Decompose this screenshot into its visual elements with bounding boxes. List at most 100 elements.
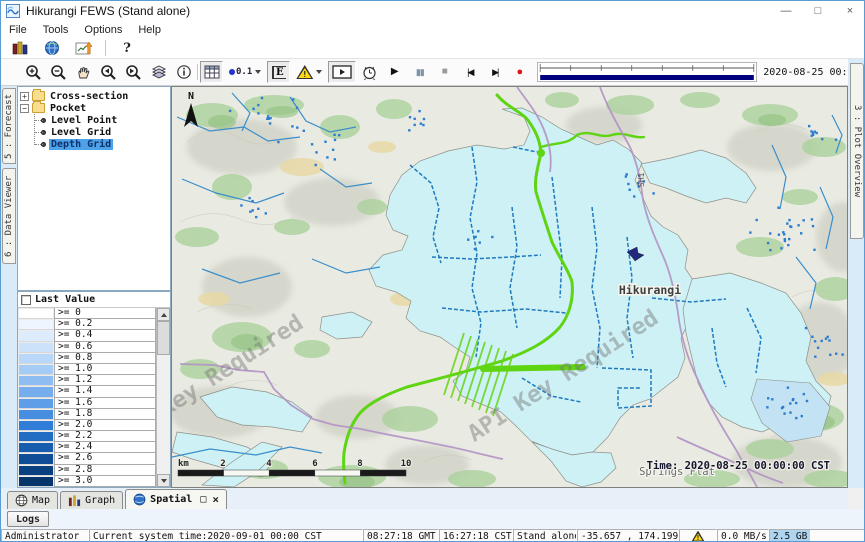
menu-file[interactable]: File <box>1 24 35 36</box>
tab-restore-icon[interactable]: □ <box>200 495 206 505</box>
tree-row-depth-grid[interactable]: Depth Grid <box>25 138 168 150</box>
legend-row[interactable]: >= 1.6 <box>18 398 156 409</box>
zoom-next-icon[interactable] <box>122 61 145 83</box>
play-button[interactable]: ▶ <box>383 61 406 83</box>
tab-map[interactable]: Map <box>7 491 58 509</box>
record-button[interactable]: ● <box>508 61 531 83</box>
scroll-thumb[interactable] <box>157 321 170 355</box>
thresholds-warning-button[interactable]: ! <box>292 61 326 83</box>
help-icon[interactable]: ? <box>116 39 138 57</box>
menu-help[interactable]: Help <box>130 24 169 36</box>
logs-row: Logs <box>1 509 865 529</box>
data-explorer-icon[interactable] <box>9 39 31 57</box>
scroll-down-icon[interactable] <box>157 474 170 487</box>
legend-color-swatch <box>18 465 54 476</box>
stop-button[interactable]: ■ <box>433 61 456 83</box>
animation-movie-icon[interactable] <box>328 61 356 83</box>
zoom-in-icon[interactable] <box>22 61 45 83</box>
tree-row-cross-section[interactable]: + Cross-section <box>20 90 168 102</box>
scalebar-toggle-icon[interactable]: E <box>267 61 290 83</box>
status-memory: 2.5 GB <box>769 529 865 542</box>
last-value-checkbox[interactable] <box>21 295 31 305</box>
status-local-time: 16:27:18 CST <box>439 529 513 542</box>
chevron-down-icon <box>255 70 261 74</box>
pan-hand-icon[interactable] <box>72 61 95 83</box>
right-tab-strip: 3 : Plot Overview <box>848 59 865 488</box>
toolbar-separator <box>105 40 106 56</box>
tab-graph[interactable]: Graph <box>60 491 123 509</box>
tree-row-pocket[interactable]: − Pocket <box>20 102 168 114</box>
time-slider-track <box>538 63 756 81</box>
legend-color-swatch <box>18 308 54 319</box>
menu-tools[interactable]: Tools <box>35 24 77 36</box>
bar-chart-icon <box>68 494 81 507</box>
legend-color-swatch <box>18 453 54 464</box>
tab-plot-overview[interactable]: 3 : Plot Overview <box>850 63 864 239</box>
legend-row[interactable]: >= 1.4 <box>18 386 156 397</box>
legend-color-swatch <box>18 398 54 409</box>
legend-color-swatch <box>18 409 54 420</box>
minimize-button[interactable]: — <box>770 1 802 21</box>
tab-spatial[interactable]: Spatial □ × <box>125 489 227 509</box>
classbreaks-interval-button[interactable]: 0.1 <box>225 61 265 83</box>
scale-tick: 2 <box>220 459 225 469</box>
legend-row[interactable]: >= 2.6 <box>18 453 156 464</box>
interval-dot-icon <box>229 69 235 75</box>
legend-color-swatch <box>18 442 54 453</box>
title-bar: Hikurangi FEWS (Stand alone) — □ × <box>1 1 865 21</box>
legend-color-swatch <box>18 431 54 442</box>
legend-row-label: >= 1.4 <box>54 386 156 397</box>
map-toolbar: 0.1 E ! ▶ ▮▮ ■ |◀ ▶| ● <box>1 59 865 86</box>
scale-tick: 6 <box>312 459 317 469</box>
tab-close-icon[interactable]: × <box>212 494 219 505</box>
legend-row[interactable]: >= 0.4 <box>18 330 156 341</box>
legend-color-swatch <box>18 319 54 330</box>
expand-plus-icon[interactable]: + <box>20 92 29 101</box>
collapse-minus-icon[interactable]: − <box>20 104 29 113</box>
scale-tick: 8 <box>357 459 362 469</box>
scroll-up-icon[interactable] <box>157 308 170 321</box>
last-value-label: Last Value <box>35 294 95 305</box>
globe-icon[interactable] <box>41 39 63 57</box>
legend-color-swatch <box>18 476 54 487</box>
info-icon[interactable] <box>172 61 195 83</box>
zoom-out-icon[interactable] <box>47 61 70 83</box>
pause-button[interactable]: ▮▮ <box>408 61 431 83</box>
zoom-previous-icon[interactable] <box>97 61 120 83</box>
tab-forecast[interactable]: 5 : Forecast <box>2 88 16 164</box>
maximize-button[interactable]: □ <box>802 1 834 21</box>
time-slider[interactable] <box>537 62 757 82</box>
bottom-tab-bar: Map Graph Spatial □ × <box>1 488 848 509</box>
map-canvas: API Key Required API Key Required Hikura… <box>172 87 847 487</box>
globe-icon <box>133 493 146 506</box>
legend-row-label: >= 0.4 <box>54 330 156 341</box>
folder-icon <box>32 103 45 113</box>
legend-color-swatch <box>18 386 54 397</box>
legend-color-swatch <box>18 342 54 353</box>
step-forward-button[interactable]: ▶| <box>483 61 506 83</box>
logs-button[interactable]: Logs <box>7 511 49 527</box>
scale-unit-label: km <box>178 459 189 469</box>
legend-scrollbar[interactable] <box>156 308 170 487</box>
status-bar: Administrator Current system time:2020-0… <box>1 529 865 542</box>
menu-options[interactable]: Options <box>76 24 130 36</box>
wire-globe-icon <box>15 494 28 507</box>
folder-icon <box>32 91 45 101</box>
layers-tree-panel: + Cross-section − Pocket Level Point Lev… <box>17 86 171 291</box>
tree-row-level-point[interactable]: Level Point <box>25 114 168 126</box>
status-coordinates: -35.657 , 174.199 <box>577 529 679 542</box>
grid-overlay-icon[interactable] <box>200 61 223 83</box>
step-back-button[interactable]: |◀ <box>458 61 481 83</box>
layer-bullet-icon <box>41 142 46 147</box>
toolbar-separator <box>197 64 198 80</box>
close-button[interactable]: × <box>834 1 865 21</box>
map-view[interactable]: API Key Required API Key Required Hikura… <box>171 86 848 488</box>
tab-data-viewer[interactable]: 6 : Data Viewer <box>2 168 16 264</box>
status-user: Administrator <box>1 529 89 542</box>
tree-row-level-grid[interactable]: Level Grid <box>25 126 168 138</box>
layers-icon[interactable] <box>147 61 170 83</box>
application-window: Hikurangi FEWS (Stand alone) — □ × File … <box>0 0 865 542</box>
timeseries-import-icon[interactable] <box>73 39 95 57</box>
north-label: N <box>188 91 194 102</box>
animation-settings-clock-icon[interactable] <box>358 61 381 83</box>
